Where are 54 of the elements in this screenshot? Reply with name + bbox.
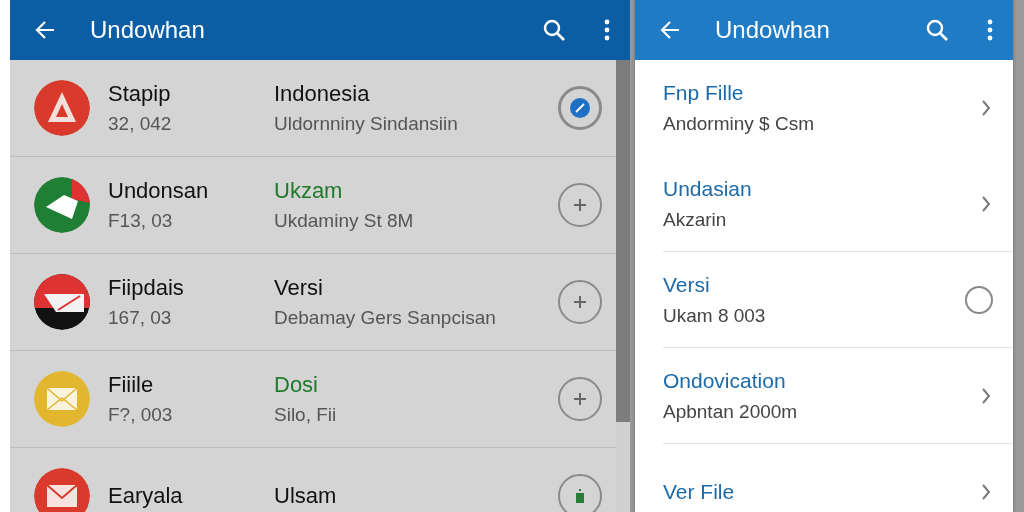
- item-detail: Ukdaminy St 8M: [274, 210, 415, 232]
- item-subtitle: Ukam 8 003: [663, 304, 767, 327]
- item-detail: Silo, Fii: [274, 404, 338, 426]
- item-detail: Uldornniny Sindansiin: [274, 113, 459, 135]
- add-button[interactable]: [558, 377, 602, 421]
- screen-title: Undowhan: [714, 16, 831, 44]
- item-label: Indonesia: [274, 81, 371, 107]
- chevron-right-icon: [981, 194, 991, 213]
- select-toggle[interactable]: [558, 86, 602, 130]
- add-button[interactable]: [558, 183, 602, 227]
- item-title: Ondovication: [663, 368, 787, 393]
- battery-icon: [575, 489, 585, 503]
- item-number: F?, 003: [108, 404, 174, 426]
- item-name: Stapip: [108, 81, 172, 107]
- search-icon: [542, 18, 566, 42]
- item-number: F13, 03: [108, 210, 174, 232]
- more-menu-icon: [604, 19, 610, 41]
- chevron-right-icon: [981, 482, 991, 501]
- item-detail: Debamay Gers Sanpcisan: [274, 307, 497, 329]
- envelope-icon: [34, 468, 90, 512]
- chevron-right-icon: [981, 99, 991, 117]
- item-title: Ver File: [663, 479, 736, 504]
- item-number: 32, 042: [108, 113, 173, 135]
- item-name: Fiipdais: [108, 275, 185, 301]
- chevron-right-icon: [981, 386, 991, 405]
- more-menu-icon: [987, 19, 993, 41]
- item-name: Earyala: [108, 483, 184, 509]
- item-title: Fnp Fille: [663, 81, 745, 105]
- plus-icon: [573, 198, 587, 212]
- plus-icon: [573, 295, 587, 309]
- item-title: Versi: [663, 272, 711, 297]
- envelope-icon: [34, 274, 90, 330]
- plus-icon: [573, 392, 587, 406]
- add-button[interactable]: [558, 280, 602, 324]
- item-subtitle: Andorminy $ Csm: [663, 113, 815, 135]
- warning-icon: [34, 80, 90, 136]
- envelope-icon: [34, 371, 90, 427]
- back-arrow-icon: [659, 19, 681, 41]
- item-title: Undasian: [663, 176, 753, 201]
- item-label: Ulsam: [274, 483, 338, 509]
- item-name: Fiiile: [108, 372, 155, 398]
- battery-button[interactable]: [558, 474, 602, 512]
- radio-button[interactable]: [965, 285, 993, 314]
- checked-icon: [570, 98, 590, 118]
- item-label: Versi: [274, 275, 324, 301]
- item-number: 167, 03: [108, 307, 173, 329]
- screen-title: Undowhan: [89, 16, 206, 44]
- item-subtitle: Akzarin: [663, 208, 728, 231]
- back-arrow-icon: [34, 19, 56, 41]
- item-subtitle: Apbntan 2000m: [663, 400, 799, 423]
- item-label: Dosi: [274, 372, 319, 398]
- search-icon: [925, 18, 949, 42]
- item-name: Undonsan: [108, 178, 210, 204]
- item-label: Ukzam: [274, 178, 344, 204]
